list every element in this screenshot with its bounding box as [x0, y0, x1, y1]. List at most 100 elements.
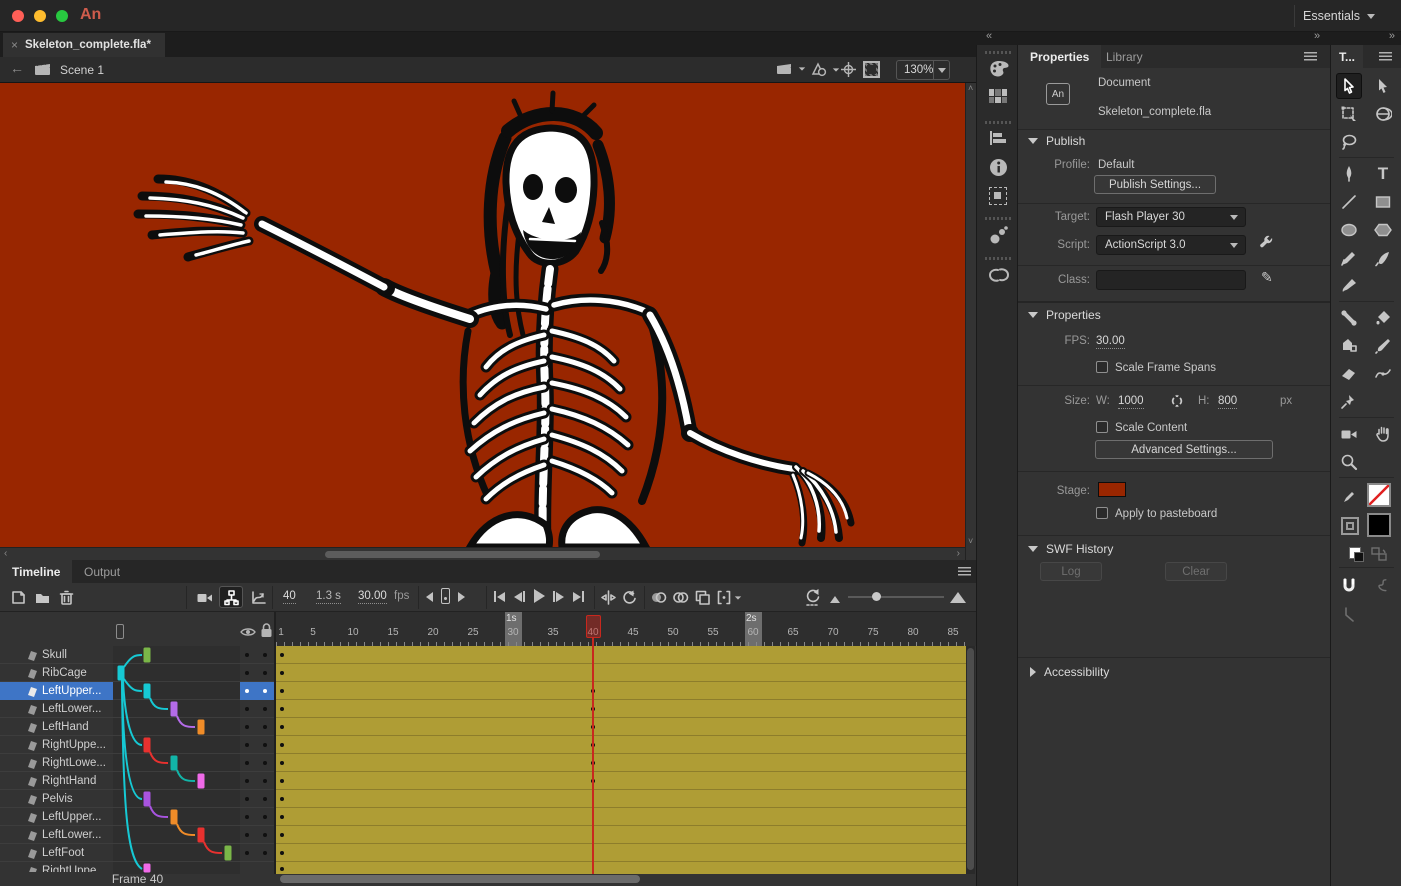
timeline-frames[interactable]: [276, 646, 966, 874]
loop-playback-icon[interactable]: [620, 589, 638, 606]
subselection-tool[interactable]: [1370, 73, 1396, 99]
scroll-left-icon[interactable]: ‹: [4, 548, 7, 559]
lasso-tool[interactable]: [1336, 129, 1362, 155]
tab-library[interactable]: Library: [1094, 45, 1155, 68]
line-tool[interactable]: [1336, 189, 1362, 215]
object-drawing-toggle[interactable]: [1370, 573, 1396, 599]
edit-scene-button[interactable]: [776, 61, 806, 77]
info-panel-icon[interactable]: [989, 158, 1008, 177]
publish-settings-button[interactable]: Publish Settings...: [1094, 175, 1216, 194]
playhead-head[interactable]: [586, 615, 601, 638]
link-broken-icon[interactable]: [1168, 393, 1186, 409]
tool-option-toggle[interactable]: [1336, 601, 1362, 627]
scale-frame-spans-checkbox[interactable]: [1096, 361, 1108, 373]
accessibility-section-header[interactable]: Accessibility: [1030, 665, 1109, 679]
align-panel-icon[interactable]: [989, 129, 1008, 147]
properties-panel-menu-icon[interactable]: [1304, 52, 1317, 62]
minimize-window-button[interactable]: [34, 10, 46, 22]
layer-parent-tabs[interactable]: [117, 647, 232, 873]
polystar-tool[interactable]: [1370, 217, 1396, 243]
cc-libraries-panel-icon[interactable]: [987, 266, 1011, 284]
eraser-tool[interactable]: [1336, 361, 1362, 387]
current-frame-field[interactable]: 40: [283, 590, 296, 604]
selection-tool[interactable]: [1336, 73, 1362, 99]
stage-hscroll-thumb[interactable]: [325, 551, 600, 558]
collapse-dock-icon[interactable]: «: [986, 30, 992, 42]
onion-skin-icon[interactable]: [650, 589, 668, 606]
center-frame-icon[interactable]: [600, 589, 617, 606]
stage-color-swatch[interactable]: [1098, 482, 1126, 497]
properties-section-header[interactable]: Properties: [1028, 308, 1101, 322]
color-panel-icon[interactable]: [988, 59, 1010, 79]
pencil-edit-icon[interactable]: ✎: [1261, 269, 1273, 286]
close-window-button[interactable]: [12, 10, 24, 22]
bone-tool[interactable]: [1336, 305, 1362, 331]
edit-multiple-frames-icon[interactable]: [694, 589, 712, 606]
text-tool[interactable]: T: [1370, 161, 1396, 187]
scale-content-checkbox[interactable]: [1096, 421, 1108, 433]
eyedropper-tool[interactable]: [1370, 333, 1396, 359]
eye-icon[interactable]: [240, 626, 256, 638]
scroll-up-icon[interactable]: ˄: [968, 83, 973, 93]
timeline-zoom-out-icon[interactable]: [830, 596, 840, 603]
play-button[interactable]: [534, 589, 545, 603]
layer-parenting-graph[interactable]: [112, 646, 252, 873]
stage-canvas[interactable]: [0, 83, 965, 547]
pencil-tool[interactable]: [1336, 245, 1362, 271]
parenting-view-button[interactable]: [219, 586, 243, 608]
width-value[interactable]: 1000: [1118, 395, 1144, 409]
scroll-right-icon[interactable]: ›: [957, 548, 960, 559]
swf-clear-button[interactable]: Clear: [1165, 562, 1227, 581]
lock-icon[interactable]: [260, 623, 273, 638]
close-tab-icon[interactable]: ×: [11, 38, 18, 52]
swap-colors-icon[interactable]: [1371, 547, 1387, 561]
wrench-icon[interactable]: [1258, 235, 1275, 252]
height-value[interactable]: 800: [1218, 395, 1238, 409]
swf-log-button[interactable]: Log: [1040, 562, 1102, 581]
collapse-tools-icon[interactable]: »: [1389, 30, 1395, 42]
go-to-last-frame-button[interactable]: [573, 591, 584, 602]
edit-symbols-button[interactable]: [810, 61, 840, 78]
camera-tool[interactable]: [1336, 421, 1362, 447]
fill-color-swatch[interactable]: [1367, 513, 1391, 537]
transform-panel-icon[interactable]: [989, 187, 1007, 205]
delete-layer-icon[interactable]: [58, 589, 75, 606]
next-keyframe-button[interactable]: [458, 592, 465, 602]
default-colors-icon[interactable]: [1349, 547, 1364, 562]
timeline-ruler[interactable]: 1s 2s 1 5 10 15 20 25 30 35 40 45 50 55 …: [276, 612, 976, 646]
document-tab[interactable]: × Skeleton_complete.fla*: [3, 33, 165, 57]
elapsed-time-field[interactable]: 1.3 s: [316, 590, 341, 604]
timeline-zoom-in-icon[interactable]: [950, 592, 966, 603]
publish-section-header[interactable]: Publish: [1028, 134, 1085, 148]
timeline-hscroll-thumb[interactable]: [280, 875, 640, 883]
tab-output[interactable]: Output: [72, 560, 132, 583]
swf-history-section-header[interactable]: SWF History: [1028, 542, 1113, 556]
timeline-vscroll-thumb[interactable]: [967, 648, 974, 870]
zoom-window-button[interactable]: [56, 10, 68, 22]
onion-skin-outlines-icon[interactable]: [672, 589, 690, 606]
timeline-zoom-slider-knob[interactable]: [872, 592, 881, 601]
classic-brush-tool[interactable]: [1336, 273, 1362, 299]
snap-to-objects-toggle[interactable]: [1336, 573, 1362, 599]
stage-vscrollbar[interactable]: ˄ ˅: [965, 83, 976, 560]
asset-warp-tool[interactable]: [1336, 389, 1362, 415]
gradient-transform-tool[interactable]: [1370, 101, 1396, 127]
class-input[interactable]: [1096, 270, 1246, 290]
zoom-tool[interactable]: [1336, 449, 1362, 475]
timeline-panel-menu-icon[interactable]: [958, 567, 971, 577]
modify-markers-button[interactable]: [716, 589, 742, 606]
playhead-line[interactable]: [592, 638, 594, 874]
width-tool[interactable]: [1370, 361, 1396, 387]
apply-pasteboard-checkbox[interactable]: [1096, 507, 1108, 519]
scroll-down-icon[interactable]: ˅: [968, 536, 973, 546]
stage-zoom-control[interactable]: 130%: [896, 60, 950, 80]
reset-timeline-zoom-icon[interactable]: [804, 588, 822, 607]
pen-tool[interactable]: [1336, 161, 1362, 187]
tab-tools[interactable]: T...: [1331, 45, 1364, 68]
ink-bottle-tool[interactable]: [1336, 333, 1362, 359]
camera-icon[interactable]: [196, 589, 214, 606]
graph-editor-icon[interactable]: [250, 589, 267, 606]
tab-properties[interactable]: Properties: [1018, 45, 1102, 68]
paint-bucket-tool[interactable]: [1370, 305, 1396, 331]
back-arrow-icon[interactable]: ←: [10, 60, 24, 76]
